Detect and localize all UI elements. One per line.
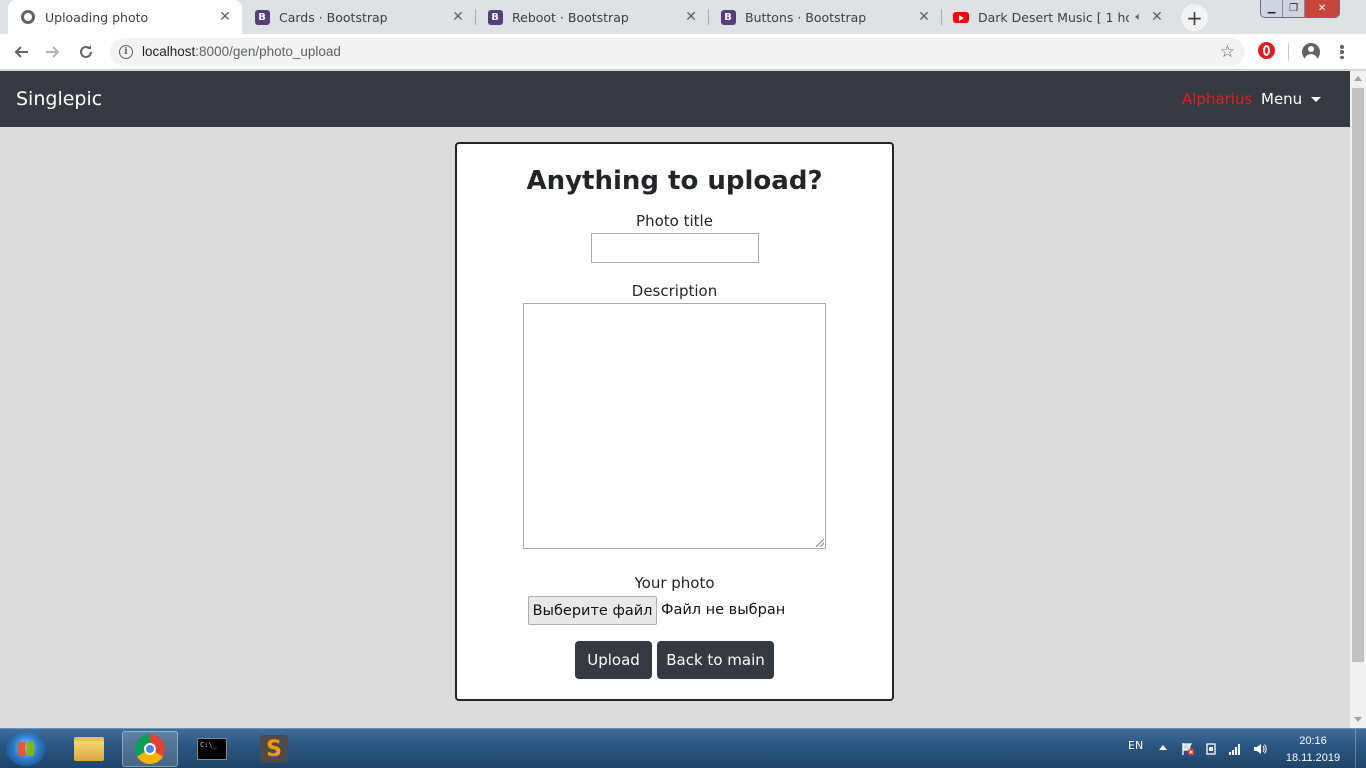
caret-down-icon	[1311, 96, 1322, 102]
url-text[interactable]: localhost:8000/gen/photo_upload	[142, 44, 341, 59]
menu-dropdown[interactable]: Menu	[1261, 90, 1322, 108]
photo-title-input[interactable]	[591, 233, 759, 263]
tab-dark-desert-music[interactable]: Dark Desert Music [ 1 hour 🔈︎ ✕	[941, 0, 1174, 34]
browser-toolbar: i localhost:8000/gen/photo_upload ☆	[0, 34, 1366, 70]
upload-card: Anything to upload? Photo title Descript…	[455, 142, 894, 701]
volume-icon[interactable]	[1253, 741, 1267, 755]
globe-icon	[20, 9, 36, 25]
minimize-button[interactable]: ▁	[1261, 0, 1284, 17]
toolbar-separator	[1288, 43, 1289, 61]
sublime-taskbar-icon[interactable]: S	[246, 731, 302, 767]
menu-label: Menu	[1261, 90, 1303, 108]
bootstrap-icon: B	[720, 9, 736, 25]
start-button[interactable]	[6, 732, 46, 766]
resize-handle-icon[interactable]	[816, 539, 824, 547]
address-bar[interactable]: i localhost:8000/gen/photo_upload ☆	[110, 38, 1245, 66]
info-icon[interactable]: i	[119, 45, 133, 59]
opera-extension-icon[interactable]	[1258, 42, 1275, 59]
network-signal-icon[interactable]	[1228, 741, 1242, 755]
browser-tab-strip: Uploading photo ✕ B Cards · Bootstrap ✕ …	[0, 0, 1366, 34]
close-icon[interactable]: ✕	[915, 8, 933, 26]
action-center-flag-icon[interactable]	[1181, 741, 1195, 756]
new-tab-button[interactable]: +	[1181, 4, 1208, 31]
page-title: Anything to upload?	[526, 166, 823, 196]
tab-title: Reboot · Bootstrap	[512, 9, 629, 25]
tab-title: Uploading photo	[45, 9, 149, 25]
bootstrap-icon: B	[487, 9, 503, 25]
clock-date: 18.11.2019	[1285, 752, 1341, 764]
close-icon[interactable]: ✕	[1148, 8, 1166, 26]
explorer-taskbar-icon[interactable]	[61, 731, 117, 767]
show-desktop-button[interactable]	[1355, 729, 1366, 768]
photo-title-label: Photo title	[636, 212, 713, 230]
close-icon[interactable]: ✕	[216, 8, 234, 26]
device-icon[interactable]	[1204, 741, 1218, 755]
choose-file-button[interactable]: Выберите файл	[528, 596, 657, 625]
clock-time: 20:16	[1299, 735, 1327, 747]
tab-reboot-bootstrap[interactable]: B Reboot · Bootstrap ✕	[475, 0, 708, 34]
speaker-icon[interactable]: 🔈︎	[1135, 10, 1142, 24]
bookmark-star-icon[interactable]: ☆	[1220, 42, 1235, 62]
system-clock[interactable]: 20:16 18.11.2019	[1280, 733, 1346, 767]
tab-cards-bootstrap[interactable]: B Cards · Bootstrap ✕	[242, 0, 475, 34]
reload-icon[interactable]	[74, 40, 98, 64]
tab-buttons-bootstrap[interactable]: B Buttons · Bootstrap ✕	[708, 0, 941, 34]
language-indicator[interactable]: EN	[1128, 739, 1143, 752]
file-status-text: Файл не выбран	[661, 602, 786, 618]
maximize-button[interactable]: ❐	[1283, 0, 1306, 17]
forward-arrow-icon[interactable]	[41, 40, 65, 64]
profile-icon[interactable]	[1302, 43, 1320, 61]
youtube-icon	[953, 9, 969, 25]
window-close-button[interactable]: ✕	[1305, 0, 1339, 17]
window-controls: ▁ ❐ ✕	[1260, 0, 1340, 18]
scroll-up-arrow-icon[interactable]	[1354, 76, 1362, 81]
chrome-taskbar-icon[interactable]	[122, 731, 178, 767]
tab-uploading-photo[interactable]: Uploading photo ✕	[8, 0, 242, 34]
tab-title: Cards · Bootstrap	[279, 9, 388, 25]
cmd-taskbar-icon[interactable]: C:\_	[184, 731, 240, 767]
back-to-main-button[interactable]: Back to main	[657, 641, 774, 679]
bootstrap-icon: B	[254, 9, 270, 25]
scroll-down-arrow-icon[interactable]	[1354, 717, 1362, 722]
user-link[interactable]: Alpharius	[1182, 90, 1252, 108]
upload-button[interactable]: Upload	[575, 641, 652, 679]
description-label: Description	[631, 282, 718, 300]
your-photo-label: Your photo	[634, 574, 715, 592]
brand-link[interactable]: Singlepic	[16, 88, 102, 110]
scrollbar-thumb[interactable]	[1352, 88, 1364, 662]
close-icon[interactable]: ✕	[449, 8, 467, 26]
description-textarea[interactable]	[523, 303, 826, 549]
tab-title: Dark Desert Music [ 1 hour	[978, 9, 1130, 25]
tab-title: Buttons · Bootstrap	[745, 9, 867, 25]
back-arrow-icon[interactable]	[9, 40, 33, 64]
show-hidden-icons-icon[interactable]	[1159, 745, 1167, 750]
close-icon[interactable]: ✕	[682, 8, 700, 26]
kebab-menu-icon[interactable]	[1333, 43, 1351, 61]
site-navbar: Singlepic Alpharius Menu	[0, 71, 1350, 127]
